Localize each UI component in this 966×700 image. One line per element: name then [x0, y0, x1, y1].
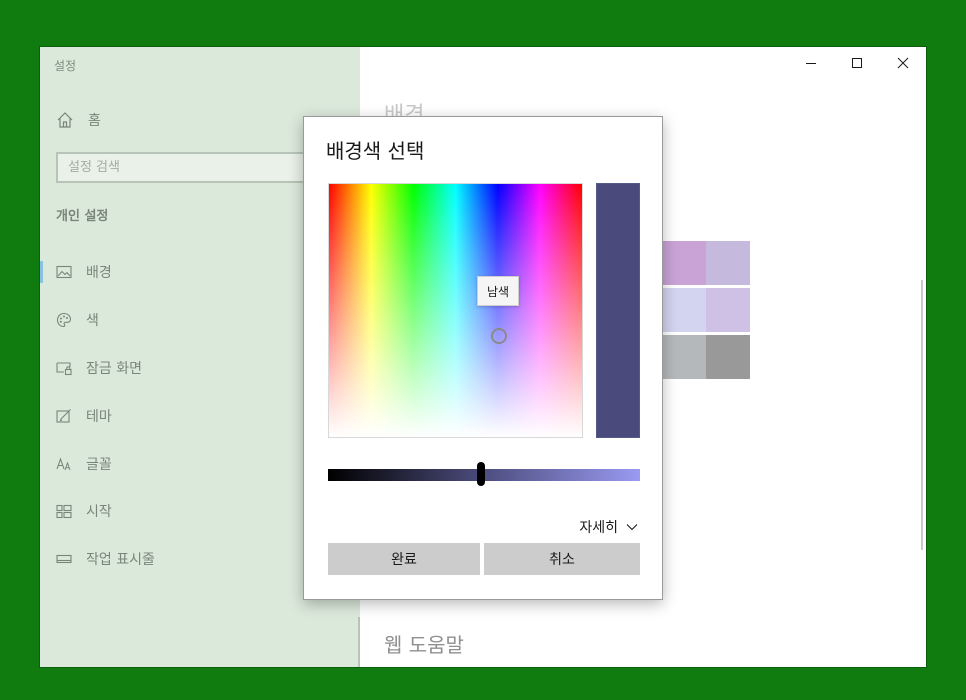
- color-swatch[interactable]: [706, 241, 750, 285]
- sidebar-item-label: 배경: [86, 265, 112, 281]
- color-swatch[interactable]: [706, 335, 750, 379]
- sidebar-item-label: 작업 표시줄: [86, 552, 155, 568]
- minimize-icon: [806, 63, 816, 64]
- maximize-button[interactable]: [834, 47, 880, 79]
- color-picker-dialog: 배경색 선택 남색 자세히 완료 취소: [303, 116, 663, 600]
- start-icon: [56, 504, 72, 519]
- done-button[interactable]: 완료: [328, 543, 480, 575]
- slider-thumb[interactable]: [476, 462, 485, 486]
- more-details-toggle[interactable]: 자세히: [579, 517, 638, 537]
- close-button[interactable]: [880, 47, 926, 79]
- dialog-title: 배경색 선택: [326, 139, 425, 163]
- color-name-tooltip: 남색: [477, 276, 519, 306]
- sidebar-item-home[interactable]: 홈: [56, 109, 101, 131]
- palette-icon: [56, 312, 72, 328]
- color-swatch[interactable]: [706, 288, 750, 332]
- cancel-button[interactable]: 취소: [484, 543, 640, 575]
- color-swatch[interactable]: [662, 288, 706, 332]
- sidebar-item-label: 색: [86, 313, 99, 329]
- minimize-button[interactable]: [788, 47, 834, 79]
- close-icon: [897, 57, 909, 69]
- taskbar-icon: [56, 554, 72, 564]
- theme-icon: [56, 409, 71, 423]
- color-picker-handle[interactable]: [491, 328, 507, 344]
- sidebar-item-label: 테마: [86, 409, 112, 425]
- section-title: 개인 설정: [56, 209, 109, 224]
- details-label: 자세히: [579, 520, 618, 536]
- web-help-heading: 웹 도움말: [384, 633, 464, 657]
- sidebar-item-label: 잠금 화면: [86, 361, 142, 377]
- sidebar-divider: [358, 617, 360, 667]
- color-spectrum[interactable]: 남색: [328, 183, 583, 438]
- sidebar-item-label: 글꼴: [86, 457, 112, 473]
- lock-screen-icon: [56, 362, 72, 376]
- sidebar-item-label: 시작: [86, 504, 112, 520]
- sidebar-home-label: 홈: [88, 113, 101, 129]
- picture-icon: [56, 265, 72, 279]
- color-swatch[interactable]: [662, 241, 706, 285]
- color-swatch[interactable]: [662, 335, 706, 379]
- home-icon: [57, 112, 73, 128]
- color-preview: [596, 183, 640, 438]
- scrollbar[interactable]: [921, 280, 923, 550]
- maximize-icon: [852, 58, 862, 68]
- app-title: 설정: [54, 59, 77, 73]
- brightness-slider[interactable]: [328, 462, 640, 486]
- font-icon: [56, 457, 71, 471]
- chevron-down-icon: [626, 524, 638, 531]
